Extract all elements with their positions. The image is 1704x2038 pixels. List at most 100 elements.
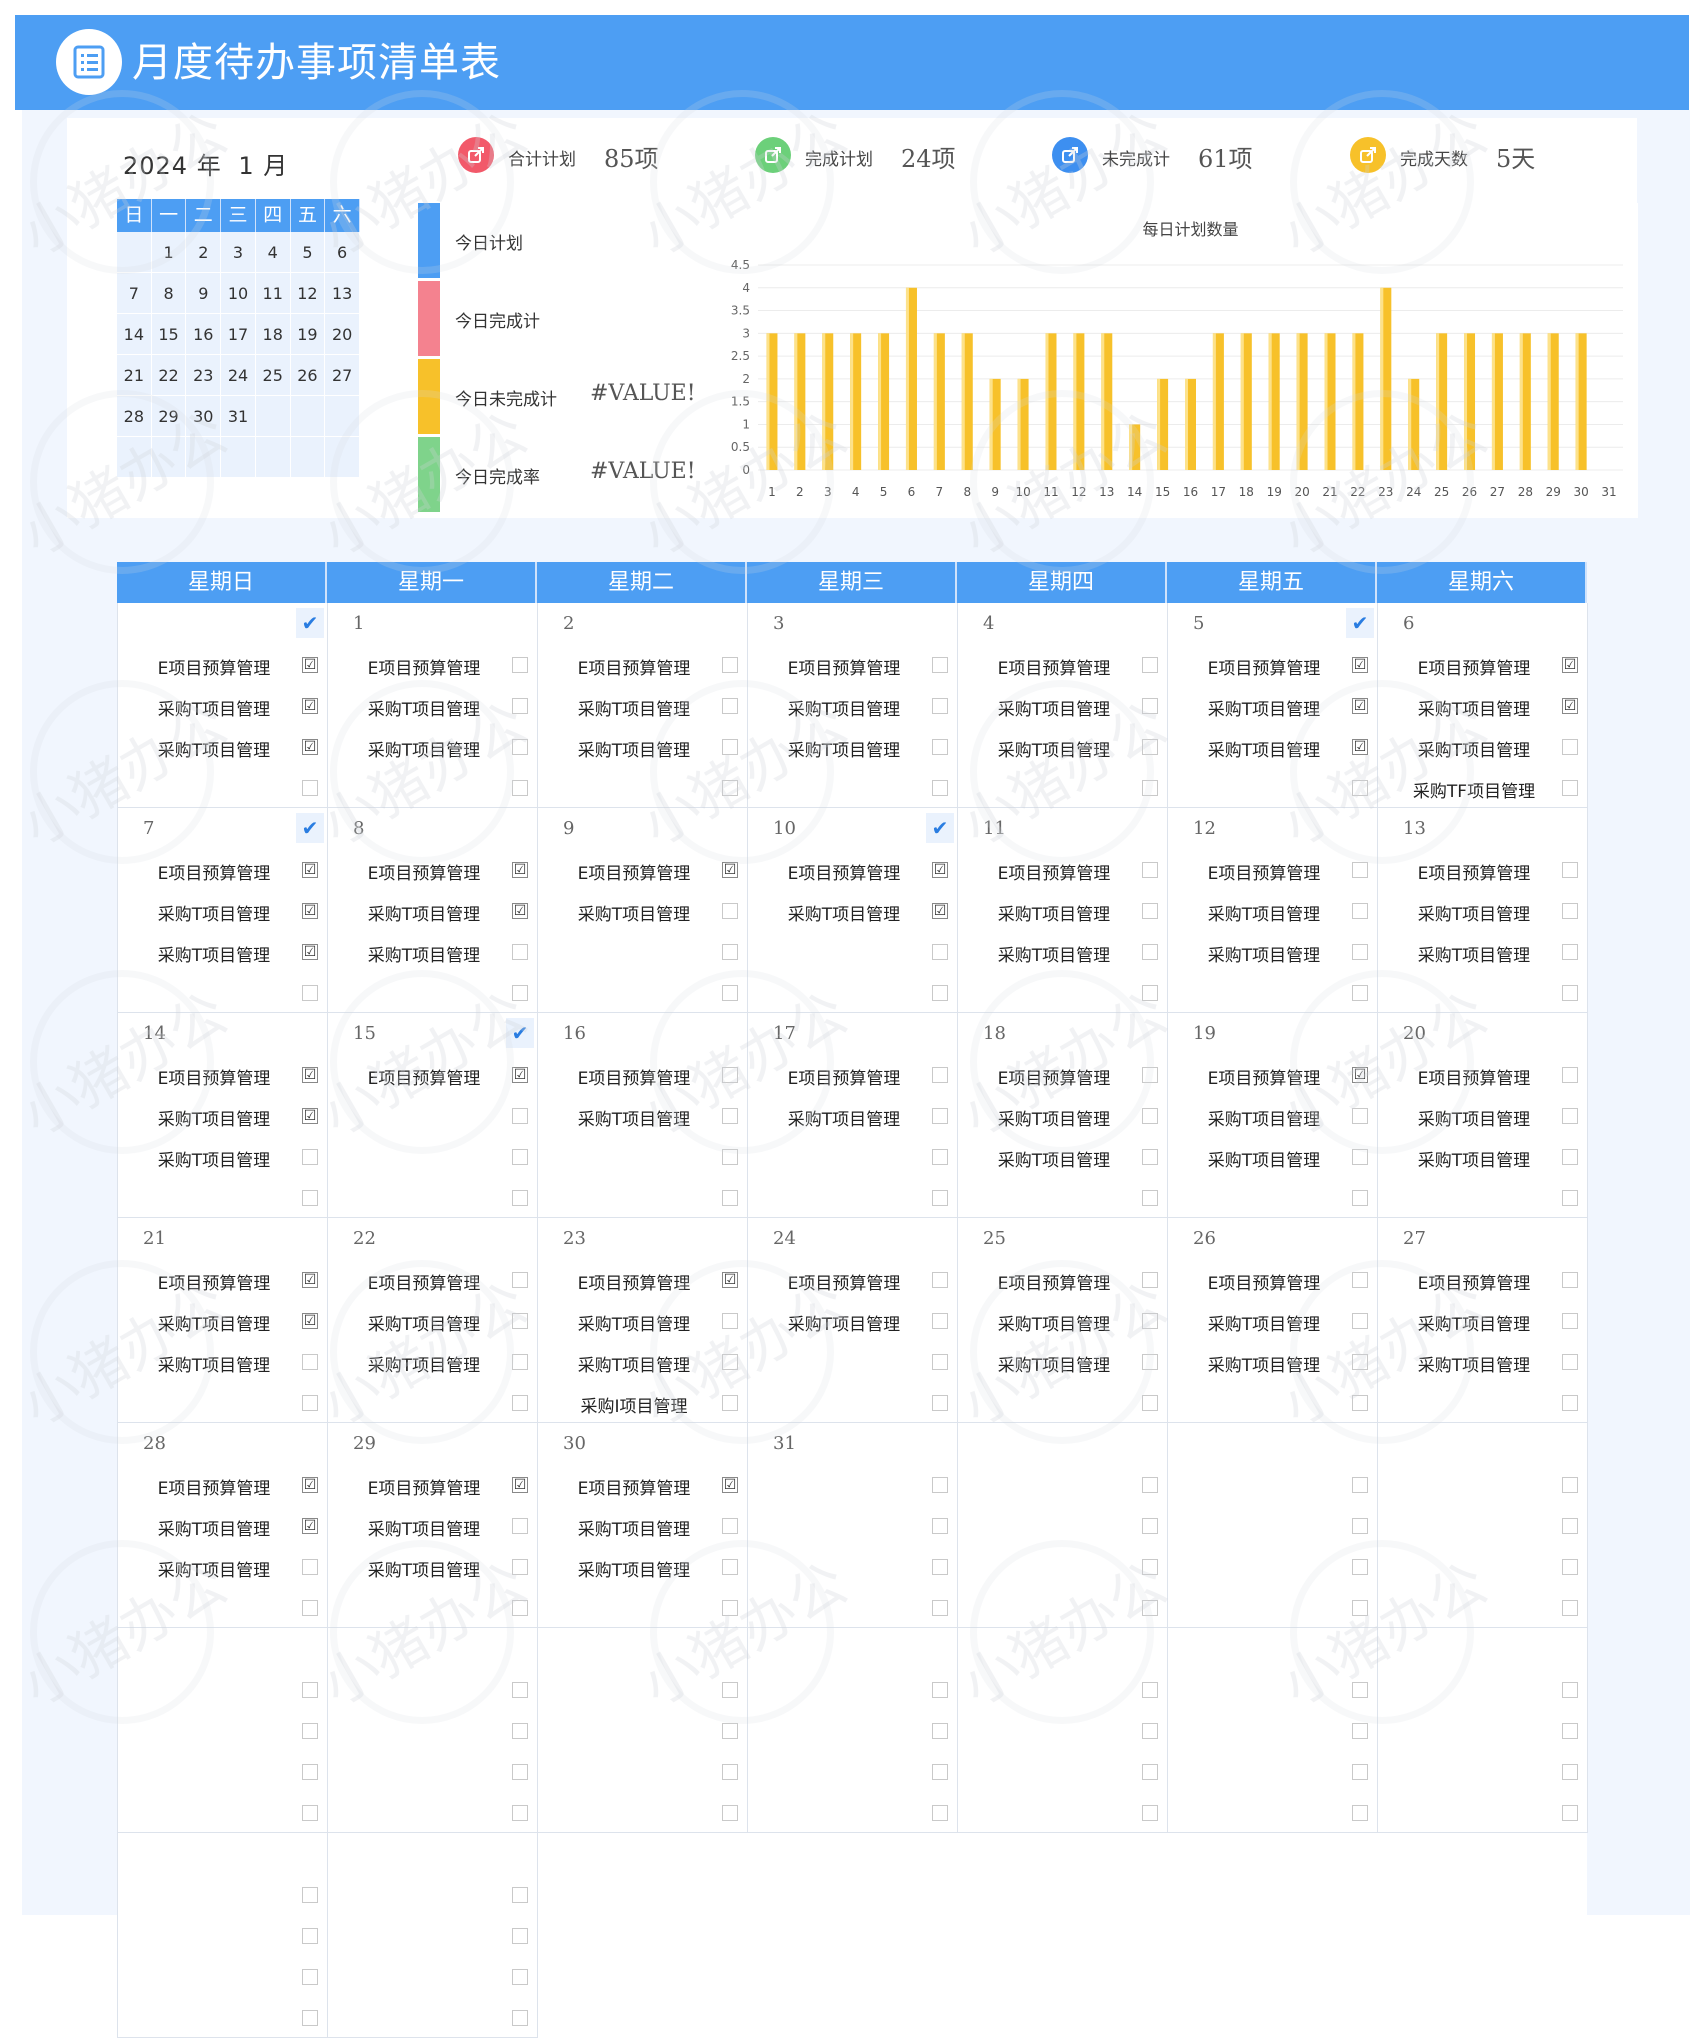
task-checkbox[interactable]: [1562, 1272, 1578, 1288]
mini-day[interactable]: 26: [290, 355, 326, 396]
task-checkbox[interactable]: [932, 1313, 948, 1329]
task-checkbox[interactable]: [302, 1149, 318, 1165]
mini-day[interactable]: 1: [151, 232, 187, 273]
mini-day[interactable]: 10: [221, 273, 256, 314]
task-checkbox[interactable]: [1142, 1190, 1158, 1206]
mini-day[interactable]: 2: [186, 232, 222, 273]
task-checkbox[interactable]: [722, 903, 738, 919]
task-checkbox[interactable]: [722, 1764, 738, 1780]
task-checkbox[interactable]: [722, 1067, 738, 1083]
mini-day[interactable]: 19: [290, 314, 326, 355]
task-checkbox[interactable]: [302, 1887, 318, 1903]
task-checkbox[interactable]: [512, 657, 528, 673]
task-checkbox[interactable]: [722, 698, 738, 714]
task-checkbox[interactable]: ☑: [722, 862, 738, 878]
mini-day[interactable]: 6: [325, 232, 360, 273]
task-checkbox[interactable]: [1142, 698, 1158, 714]
mini-day[interactable]: 17: [221, 314, 256, 355]
mini-day[interactable]: 13: [325, 273, 360, 314]
task-checkbox[interactable]: [1352, 862, 1368, 878]
task-checkbox[interactable]: [1352, 1190, 1368, 1206]
task-checkbox[interactable]: [1352, 780, 1368, 796]
task-checkbox[interactable]: [1562, 1190, 1578, 1206]
task-checkbox[interactable]: ☑: [512, 862, 528, 878]
task-checkbox[interactable]: [1562, 1395, 1578, 1411]
task-checkbox[interactable]: [512, 1108, 528, 1124]
mini-day[interactable]: 31: [221, 396, 256, 437]
task-checkbox[interactable]: [932, 1559, 948, 1575]
task-checkbox[interactable]: [512, 1969, 528, 1985]
mini-day[interactable]: 12: [290, 273, 326, 314]
task-checkbox[interactable]: [722, 1313, 738, 1329]
task-checkbox[interactable]: ☑: [1352, 657, 1368, 673]
task-checkbox[interactable]: [512, 944, 528, 960]
task-checkbox[interactable]: [1352, 1764, 1368, 1780]
task-checkbox[interactable]: [302, 1969, 318, 1985]
task-checkbox[interactable]: [1562, 903, 1578, 919]
task-checkbox[interactable]: [302, 780, 318, 796]
task-checkbox[interactable]: [722, 1559, 738, 1575]
task-checkbox[interactable]: [512, 1149, 528, 1165]
task-checkbox[interactable]: [1142, 657, 1158, 673]
task-checkbox[interactable]: [932, 1477, 948, 1493]
task-checkbox[interactable]: ☑: [512, 903, 528, 919]
task-checkbox[interactable]: ☑: [512, 1067, 528, 1083]
task-checkbox[interactable]: ☑: [302, 903, 318, 919]
task-checkbox[interactable]: ☑: [302, 1313, 318, 1329]
task-checkbox[interactable]: [1562, 1559, 1578, 1575]
task-checkbox[interactable]: [932, 1067, 948, 1083]
task-checkbox[interactable]: ☑: [722, 1477, 738, 1493]
task-checkbox[interactable]: [722, 1723, 738, 1739]
task-checkbox[interactable]: [1562, 739, 1578, 755]
mini-day[interactable]: 30: [186, 396, 222, 437]
task-checkbox[interactable]: [512, 1887, 528, 1903]
task-checkbox[interactable]: [1352, 1559, 1368, 1575]
mini-day[interactable]: 23: [186, 355, 222, 396]
task-checkbox[interactable]: [1562, 1764, 1578, 1780]
task-checkbox[interactable]: [302, 1190, 318, 1206]
task-checkbox[interactable]: [722, 739, 738, 755]
mini-day[interactable]: 25: [255, 355, 291, 396]
task-checkbox[interactable]: [1352, 1354, 1368, 1370]
mini-day[interactable]: 14: [117, 314, 152, 355]
task-checkbox[interactable]: [512, 1354, 528, 1370]
task-checkbox[interactable]: [512, 1928, 528, 1944]
task-checkbox[interactable]: [1142, 944, 1158, 960]
task-checkbox[interactable]: [1142, 780, 1158, 796]
task-checkbox[interactable]: [722, 944, 738, 960]
task-checkbox[interactable]: [1352, 1518, 1368, 1534]
task-checkbox[interactable]: ☑: [302, 1108, 318, 1124]
task-checkbox[interactable]: [932, 1395, 948, 1411]
task-checkbox[interactable]: [1352, 1272, 1368, 1288]
task-checkbox[interactable]: [512, 2010, 528, 2026]
task-checkbox[interactable]: [932, 1518, 948, 1534]
task-checkbox[interactable]: [1142, 1805, 1158, 1821]
mini-day[interactable]: 20: [325, 314, 360, 355]
mini-day[interactable]: 3: [221, 232, 256, 273]
task-checkbox[interactable]: [1352, 985, 1368, 1001]
task-checkbox[interactable]: ☑: [302, 657, 318, 673]
task-checkbox[interactable]: ☑: [302, 698, 318, 714]
task-checkbox[interactable]: [932, 1149, 948, 1165]
task-checkbox[interactable]: [1142, 1108, 1158, 1124]
task-checkbox[interactable]: [932, 1682, 948, 1698]
mini-day[interactable]: 27: [325, 355, 360, 396]
task-checkbox[interactable]: [722, 1190, 738, 1206]
task-checkbox[interactable]: [722, 1805, 738, 1821]
task-checkbox[interactable]: [932, 1723, 948, 1739]
task-checkbox[interactable]: [1142, 1272, 1158, 1288]
task-checkbox[interactable]: [1352, 1149, 1368, 1165]
task-checkbox[interactable]: [1562, 1149, 1578, 1165]
task-checkbox[interactable]: [512, 1190, 528, 1206]
task-checkbox[interactable]: [1352, 1723, 1368, 1739]
task-checkbox[interactable]: [932, 780, 948, 796]
task-checkbox[interactable]: ☑: [1352, 698, 1368, 714]
task-checkbox[interactable]: [1562, 985, 1578, 1001]
task-checkbox[interactable]: [932, 1805, 948, 1821]
mini-day[interactable]: 24: [221, 355, 256, 396]
task-checkbox[interactable]: [302, 1600, 318, 1616]
task-checkbox[interactable]: [512, 698, 528, 714]
task-checkbox[interactable]: [1142, 1313, 1158, 1329]
task-checkbox[interactable]: [722, 1395, 738, 1411]
task-checkbox[interactable]: [1562, 1477, 1578, 1493]
